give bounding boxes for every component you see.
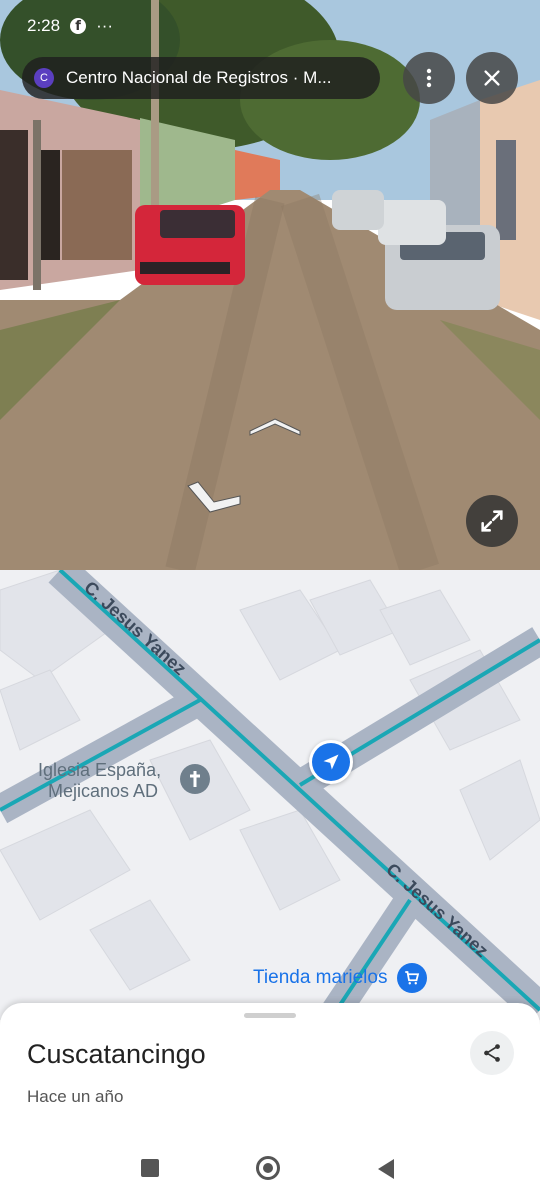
vertical-dots-icon — [426, 68, 432, 88]
square-icon[interactable] — [141, 1159, 159, 1177]
place-badge: C — [34, 68, 54, 88]
current-location-marker[interactable] — [309, 740, 353, 784]
share-button[interactable] — [470, 1031, 514, 1075]
facebook-icon: f — [70, 18, 87, 34]
poi-church-name-line1: Iglesia España, — [38, 760, 162, 780]
move-forward-arrow[interactable] — [248, 415, 302, 437]
triangle-back-icon[interactable] — [376, 1158, 396, 1185]
circle-icon[interactable] — [256, 1156, 280, 1180]
status-bar: 2:28 f ··· — [0, 0, 540, 52]
status-time: 2:28 — [27, 16, 61, 35]
expand-button[interactable] — [466, 495, 518, 547]
poi-church-name-line2: Mejicanos AD — [48, 781, 159, 801]
move-back-arrow[interactable] — [184, 480, 244, 514]
place-name: Cuscatancingo — [27, 1039, 206, 1069]
system-nav-bar — [0, 1140, 540, 1200]
close-icon — [484, 70, 500, 86]
sheet-drag-handle[interactable] — [244, 1013, 296, 1018]
cart-icon — [397, 963, 428, 993]
poi-store-name: Tienda marielos — [253, 967, 388, 988]
close-button[interactable] — [466, 52, 518, 104]
status-more-glyph: ··· — [96, 16, 114, 35]
chevron-up-icon — [249, 418, 301, 436]
share-icon — [484, 1044, 500, 1062]
place-title: Centro Nacional de Registros · M... — [66, 68, 332, 87]
expand-icon — [481, 510, 503, 532]
chevron-down-left-icon — [187, 481, 241, 513]
cross-icon[interactable] — [180, 764, 210, 794]
place-title-chip[interactable]: C Centro Nacional de Registros · M... — [22, 57, 380, 99]
more-options-button[interactable] — [403, 52, 455, 104]
capture-date: Hace un año — [27, 1087, 124, 1106]
poi-church[interactable]: Iglesia España, Mejicanos AD — [38, 760, 161, 802]
poi-store[interactable]: Tienda marielos — [253, 963, 428, 993]
map-view[interactable]: C. Jesus Yanez C. Jesus Yanez Iglesia Es… — [0, 570, 540, 1020]
navigation-arrow-icon — [323, 754, 339, 770]
